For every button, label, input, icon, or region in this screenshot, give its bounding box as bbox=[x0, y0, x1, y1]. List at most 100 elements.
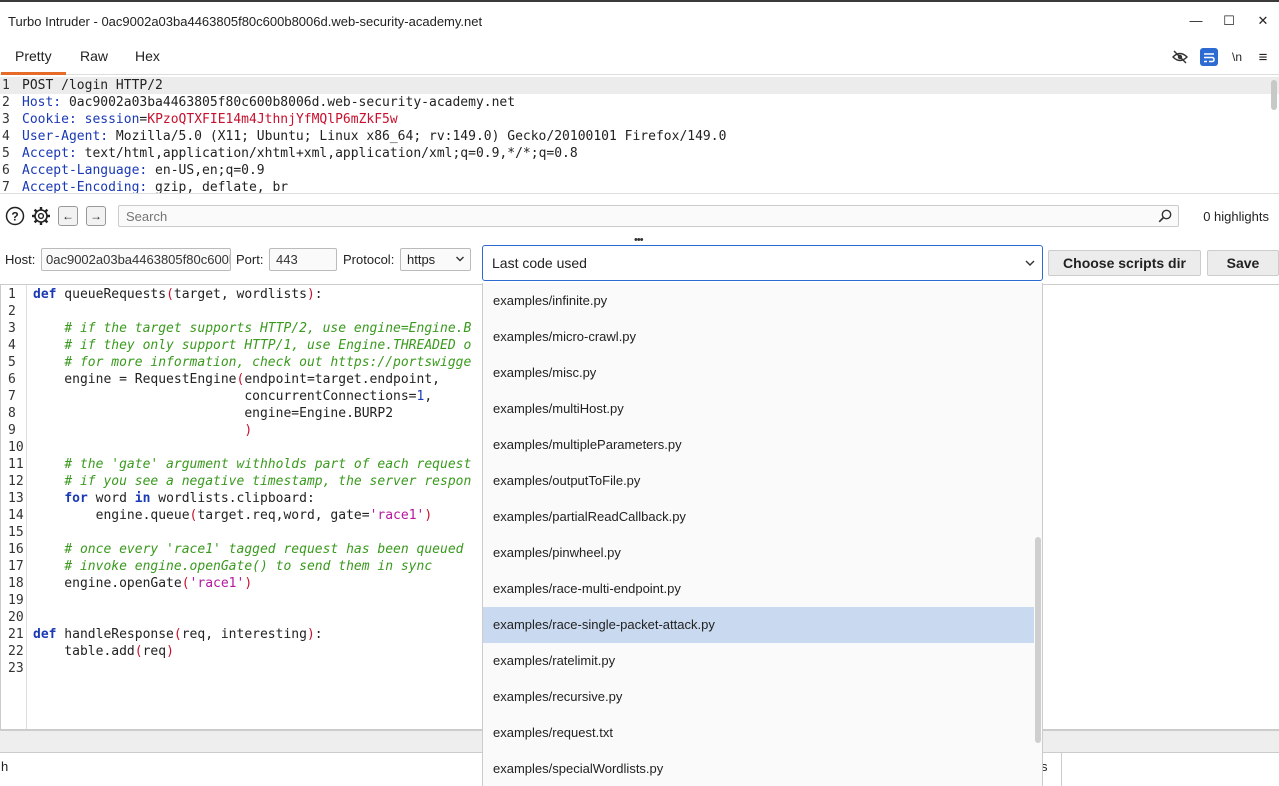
line-number: 5 bbox=[8, 355, 16, 370]
line-number: 1 bbox=[8, 287, 16, 302]
search-input[interactable] bbox=[118, 205, 1179, 227]
line-number: 9 bbox=[8, 423, 16, 438]
code-text: def queueRequests(target, wordlists): bbox=[33, 287, 323, 302]
line-number: 12 bbox=[8, 474, 24, 489]
request-line: 5 Accept: text/html,application/xhtml+xml… bbox=[2, 146, 578, 161]
dropdown-option[interactable]: examples/partialReadCallback.py bbox=[483, 499, 1034, 535]
line-number: 10 bbox=[8, 440, 24, 455]
request-line: 1 POST /login HTTP/2 bbox=[0, 77, 1279, 94]
code-text: # if they only support HTTP/1, use Engin… bbox=[64, 338, 472, 353]
request-line: 6 Accept-Language: en-US,en;q=0.9 bbox=[2, 163, 265, 178]
newline-toggle-icon[interactable]: \n bbox=[1228, 48, 1246, 66]
line-number: 7 bbox=[8, 389, 16, 404]
attack-config-row: Host: 0ac9002a03ba4463805f80c600b8006d.w… bbox=[0, 241, 1279, 282]
request-editor[interactable]: 1 POST /login HTTP/2 2 Host: 0ac9002a03ba4… bbox=[0, 77, 1279, 193]
dropdown-scrollbar[interactable] bbox=[1035, 537, 1041, 743]
protocol-value: https bbox=[407, 252, 436, 267]
previous-match-button[interactable]: ← bbox=[58, 206, 78, 226]
request-scrollbar[interactable] bbox=[1271, 80, 1277, 110]
code-text: # invoke engine.openGate() to send them … bbox=[64, 559, 433, 574]
choose-scripts-dir-button[interactable]: Choose scripts dir bbox=[1048, 250, 1201, 276]
script-select[interactable]: Last code used bbox=[482, 245, 1043, 281]
line-number: 6 bbox=[8, 372, 16, 387]
request-line: 7 Accept-Encoding: gzip, deflate, br bbox=[2, 180, 289, 193]
code-text: engine = RequestEngine(endpoint=target.e… bbox=[33, 372, 440, 387]
dropdown-option[interactable]: examples/ratelimit.py bbox=[483, 643, 1034, 679]
line-number: 3 bbox=[8, 321, 16, 336]
dropdown-option[interactable]: examples/multiHost.py bbox=[483, 391, 1034, 427]
code-text: # once every 'race1' tagged request has … bbox=[64, 542, 464, 557]
tab-pretty[interactable]: Pretty bbox=[1, 40, 66, 75]
port-input[interactable]: 443 bbox=[269, 248, 337, 271]
protocol-select[interactable]: https bbox=[400, 248, 471, 271]
dropdown-option[interactable]: examples/specialWordlists.py bbox=[483, 751, 1034, 786]
code-text: engine.queue(target.req,word, gate='race… bbox=[33, 508, 433, 523]
line-number: 15 bbox=[8, 525, 24, 540]
tab-raw[interactable]: Raw bbox=[66, 40, 122, 75]
dropdown-option[interactable]: examples/recursive.py bbox=[483, 679, 1034, 715]
line-number: 2 bbox=[8, 304, 16, 319]
dropdown-option[interactable]: examples/request.txt bbox=[483, 715, 1034, 751]
close-button[interactable]: ✕ bbox=[1254, 12, 1272, 30]
maximize-button[interactable]: ☐ bbox=[1220, 12, 1238, 30]
help-icon[interactable]: ? bbox=[5, 206, 25, 226]
dropdown-option[interactable]: examples/micro-crawl.py bbox=[483, 319, 1034, 355]
dropdown-option[interactable]: examples/pinwheel.py bbox=[483, 535, 1034, 571]
code-text: ) bbox=[244, 423, 253, 438]
line-number: 21 bbox=[8, 627, 24, 642]
request-view-tabs: Pretty Raw Hex \n ≡ bbox=[0, 40, 1279, 75]
code-text: # the 'gate' argument withholds part of … bbox=[64, 457, 472, 472]
line-number: 23 bbox=[8, 661, 24, 676]
line-number: 11 bbox=[8, 457, 24, 472]
dropdown-option[interactable]: examples/race-single-packet-attack.py bbox=[483, 607, 1034, 643]
word-wrap-icon[interactable] bbox=[1200, 48, 1218, 66]
line-number: 22 bbox=[8, 644, 24, 659]
search-bar: ? ← → 0 highlights bbox=[0, 193, 1279, 237]
dropdown-option[interactable]: examples/multipleParameters.py bbox=[483, 427, 1034, 463]
line-number: 4 bbox=[8, 338, 16, 353]
code-text: def handleResponse(req, interesting): bbox=[33, 627, 323, 642]
dropdown-option[interactable]: examples/outputToFile.py bbox=[483, 463, 1034, 499]
request-line: 3 Cookie: session=KPzoQTXFIE14m4JthnjYfMQ… bbox=[2, 112, 398, 127]
line-number: 17 bbox=[8, 559, 24, 574]
dropdown-option[interactable]: examples/infinite.py bbox=[483, 283, 1034, 319]
code-text: # for more information, check out https:… bbox=[64, 355, 472, 370]
status-divider bbox=[1061, 753, 1062, 786]
svg-text:?: ? bbox=[11, 210, 18, 224]
line-number: 20 bbox=[8, 610, 24, 625]
save-button[interactable]: Save bbox=[1207, 250, 1279, 276]
window-title: Turbo Intruder - 0ac9002a03ba4463805f80c… bbox=[8, 14, 483, 29]
line-number: 18 bbox=[8, 576, 24, 591]
highlights-count: 0 highlights bbox=[1203, 209, 1269, 224]
next-match-button[interactable]: → bbox=[86, 206, 106, 226]
code-text: # if you see a negative timestamp, the s… bbox=[64, 474, 472, 489]
line-number: 8 bbox=[8, 406, 16, 421]
minimize-button[interactable]: — bbox=[1187, 12, 1205, 30]
host-input[interactable]: 0ac9002a03ba4463805f80c600b8006d.web-sec… bbox=[41, 248, 231, 271]
gear-icon[interactable] bbox=[31, 206, 51, 226]
protocol-label: Protocol: bbox=[343, 252, 395, 267]
menu-icon[interactable]: ≡ bbox=[1254, 48, 1272, 66]
script-select-value: Last code used bbox=[492, 255, 587, 271]
script-dropdown-list[interactable]: examples/infinite.py examples/micro-crawl… bbox=[482, 283, 1043, 786]
code-text: # if the target supports HTTP/2, use eng… bbox=[64, 321, 472, 336]
code-text: concurrentConnections=1, bbox=[33, 389, 433, 404]
hide-non-printable-icon[interactable] bbox=[1171, 48, 1189, 66]
dropdown-option[interactable]: examples/misc.py bbox=[483, 355, 1034, 391]
request-line: 2 Host: 0ac9002a03ba4463805f80c600b8006d.… bbox=[2, 95, 516, 110]
dropdown-option[interactable]: examples/race-multi-endpoint.py bbox=[483, 571, 1034, 607]
code-text: engine=Engine.BURP2 bbox=[33, 406, 394, 421]
line-number: 14 bbox=[8, 508, 24, 523]
chevron-down-icon bbox=[455, 249, 465, 277]
tab-hex[interactable]: Hex bbox=[121, 40, 174, 75]
search-icon[interactable] bbox=[1158, 209, 1172, 226]
request-line: 4 User-Agent: Mozilla/5.0 (X11; Ubuntu; L… bbox=[2, 129, 727, 144]
line-number: 16 bbox=[8, 542, 24, 557]
line-number: 13 bbox=[8, 491, 24, 506]
